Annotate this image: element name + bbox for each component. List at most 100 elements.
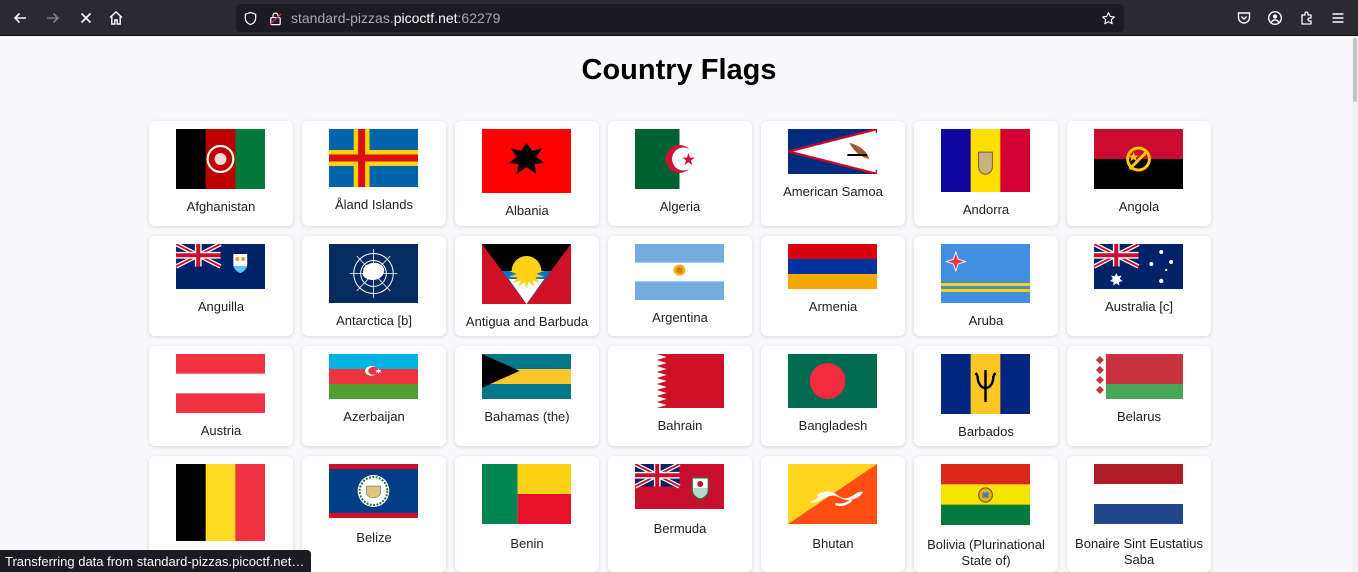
country-name: Bolivia (Plurinational State of)	[927, 537, 1045, 568]
puzzle-icon	[1301, 11, 1312, 25]
country-name: Armenia	[808, 299, 858, 314]
country-name: Argentina	[652, 310, 708, 325]
hamburger-icon	[1332, 13, 1344, 23]
country-card-american-samoa[interactable]: American Samoa	[761, 121, 905, 226]
country-name: Antarctica [b]	[336, 313, 412, 328]
account-button[interactable]	[1263, 6, 1287, 30]
extensions-button[interactable]	[1295, 6, 1319, 30]
country-card-argentina[interactable]: Argentina	[608, 236, 752, 336]
url-text[interactable]: standard-pizzas.picoctf.net:62279	[291, 10, 500, 26]
country-card-bahrain[interactable]: Bahrain	[608, 346, 752, 446]
country-card-barbados[interactable]: Barbados	[914, 346, 1058, 446]
flag-image	[635, 354, 724, 408]
scrollbar[interactable]	[1352, 36, 1358, 572]
country-card-belize[interactable]: Belize	[302, 456, 446, 572]
country-card-bhutan[interactable]: Bhutan	[761, 456, 905, 572]
forward-button[interactable]	[41, 6, 65, 30]
country-card-afghanistan[interactable]: Afghanistan	[149, 121, 293, 226]
country-card-a-land-islands[interactable]: Åland Islands	[302, 121, 446, 226]
flag-image	[329, 244, 418, 303]
flag-image	[176, 244, 265, 289]
country-name: Australia [c]	[1105, 299, 1173, 314]
country-card-armenia[interactable]: Armenia	[761, 236, 905, 336]
country-card-angola[interactable]: Angola	[1067, 121, 1211, 226]
country-name: Bhutan	[812, 536, 854, 551]
country-card-azerbaijan[interactable]: Azerbaijan	[302, 346, 446, 446]
country-name: Belize	[356, 530, 392, 545]
url-domain: picoctf.net	[393, 10, 458, 26]
flag-image	[329, 129, 418, 187]
flag-image	[176, 129, 265, 189]
country-name: American Samoa	[783, 184, 883, 199]
country-card-bolivia-plurinational-state-of[interactable]: Bolivia (Plurinational State of)	[914, 456, 1058, 572]
scrollbar-thumb[interactable]	[1353, 38, 1357, 102]
flag-image	[329, 354, 418, 399]
flag-image	[176, 354, 265, 413]
country-card-bangladesh[interactable]: Bangladesh	[761, 346, 905, 446]
country-card-australia-c[interactable]: Australia [c]	[1067, 236, 1211, 336]
browser-toolbar: standard-pizzas.picoctf.net:62279	[0, 0, 1358, 36]
country-name: Benin	[510, 536, 544, 551]
flag-image	[1094, 244, 1183, 289]
flag-image	[635, 464, 724, 509]
country-card-andorra[interactable]: Andorra	[914, 121, 1058, 226]
flag-image	[482, 354, 571, 399]
stop-button[interactable]	[74, 6, 98, 30]
insecure-lock-icon[interactable]	[267, 10, 283, 26]
pocket-icon	[1237, 12, 1251, 24]
country-card-anguilla[interactable]: Anguilla	[149, 236, 293, 336]
flag-image	[482, 464, 571, 524]
url-bar[interactable]: standard-pizzas.picoctf.net:62279	[236, 4, 1124, 32]
country-name: Austria	[200, 423, 242, 438]
url-port: :62279	[457, 10, 501, 26]
country-card-austria[interactable]: Austria	[149, 346, 293, 446]
country-card-benin[interactable]: Benin	[455, 456, 599, 572]
flag-image	[941, 129, 1030, 192]
bookmark-star-icon[interactable]	[1100, 10, 1116, 26]
country-name: Åland Islands	[334, 197, 414, 212]
country-name: Afghanistan	[186, 199, 256, 214]
country-name: Bahamas (the)	[484, 409, 570, 424]
flag-image	[176, 464, 265, 541]
tracking-shield-icon[interactable]	[242, 10, 258, 26]
account-icon	[1267, 10, 1283, 26]
country-card-bahamas-the[interactable]: Bahamas (the)	[455, 346, 599, 446]
pocket-button[interactable]	[1232, 6, 1256, 30]
page-title: Country Flags	[581, 54, 777, 86]
country-name: Barbados	[958, 424, 1014, 439]
close-icon	[80, 12, 92, 24]
country-name: Belarus	[1116, 409, 1162, 424]
flag-image	[635, 244, 724, 300]
country-name: Bahrain	[657, 418, 703, 433]
flag-image	[788, 129, 877, 174]
flag-image	[1094, 354, 1183, 399]
country-name: Albania	[505, 203, 549, 218]
country-name: Bangladesh	[798, 418, 868, 433]
country-card-bonaire-sint-eustatius-saba[interactable]: Bonaire Sint Eustatius Saba	[1067, 456, 1211, 572]
flag-image	[941, 354, 1030, 414]
arrow-right-icon	[47, 12, 60, 24]
country-name: Antigua and Barbuda	[465, 314, 589, 329]
back-button[interactable]	[8, 6, 32, 30]
flag-image	[482, 129, 571, 193]
country-card-belarus[interactable]: Belarus	[1067, 346, 1211, 446]
country-name: Bermuda	[653, 521, 707, 536]
home-icon	[109, 11, 123, 25]
flag-image	[635, 129, 724, 189]
country-card-aruba[interactable]: Aruba	[914, 236, 1058, 336]
country-card-bermuda[interactable]: Bermuda	[608, 456, 752, 572]
flag-image	[788, 354, 877, 408]
country-name: Azerbaijan	[343, 409, 405, 424]
country-card-antarctica-b[interactable]: Antarctica [b]	[302, 236, 446, 336]
menu-button[interactable]	[1326, 6, 1350, 30]
country-card-antigua-and-barbuda[interactable]: Antigua and Barbuda	[455, 236, 599, 336]
country-card-algeria[interactable]: Algeria	[608, 121, 752, 226]
country-name: Anguilla	[197, 299, 245, 314]
flag-image	[788, 244, 877, 289]
flag-image	[941, 244, 1030, 303]
home-button[interactable]	[104, 6, 128, 30]
country-name: Algeria	[659, 199, 701, 214]
flag-image	[1094, 464, 1183, 524]
country-card-albania[interactable]: Albania	[455, 121, 599, 226]
country-name: Andorra	[962, 202, 1010, 217]
